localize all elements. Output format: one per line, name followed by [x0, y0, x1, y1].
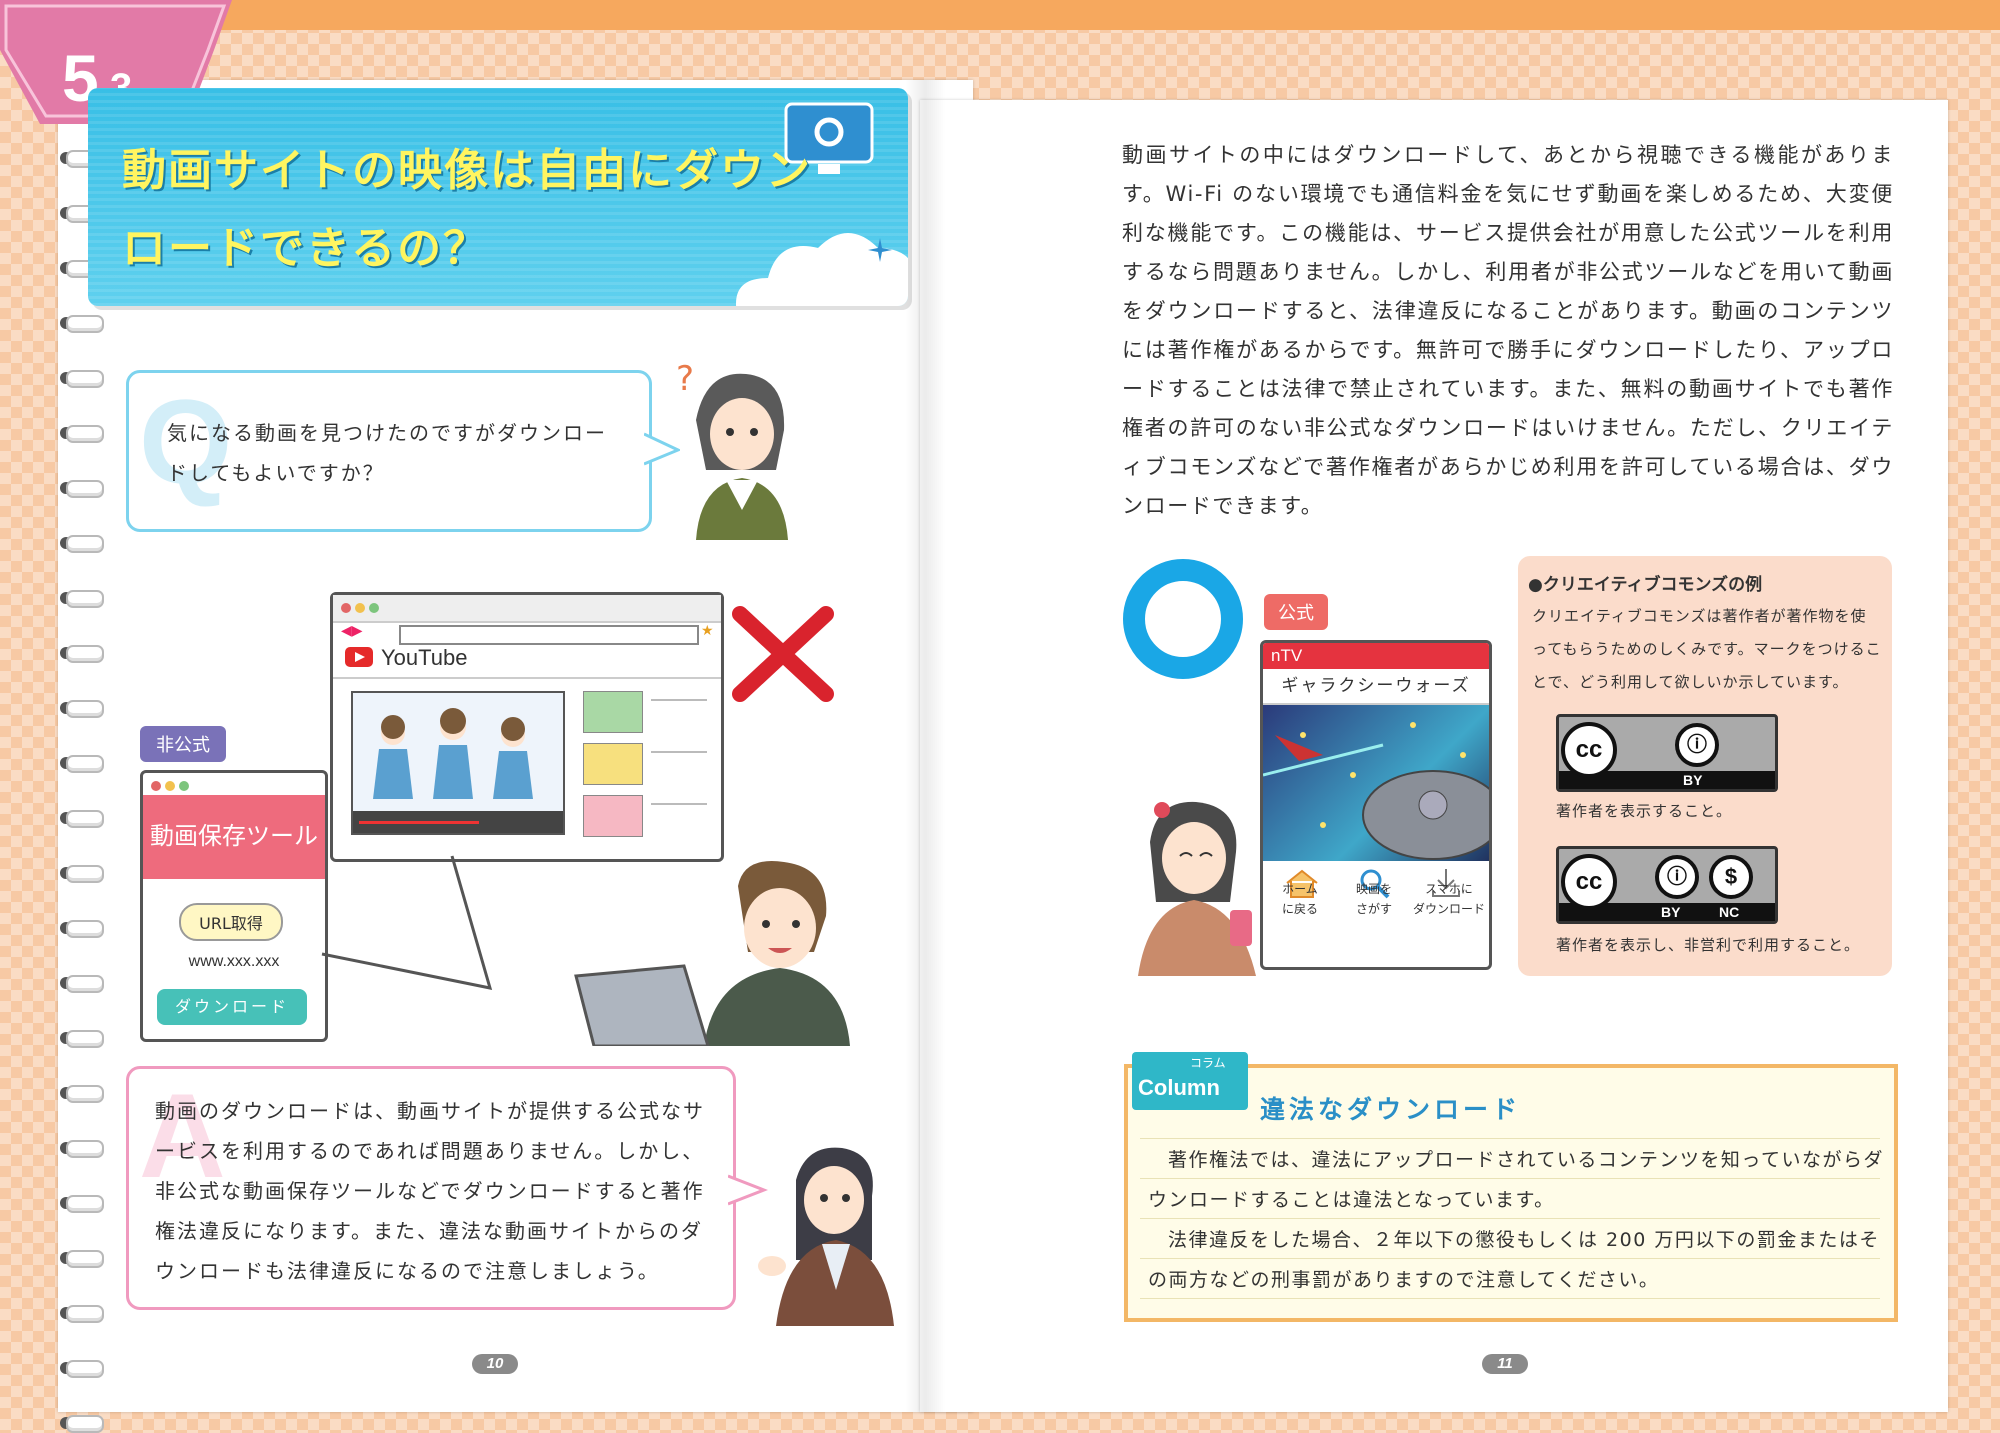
binder-ring	[66, 1415, 104, 1433]
noncommercial-dollar-icon: $	[1709, 855, 1753, 899]
cc-panel-title: ●クリエイティブコモンズの例	[1528, 575, 1763, 595]
cc-logo-icon: cc	[1561, 854, 1617, 910]
binder-ring	[66, 700, 104, 718]
bubble-tail	[644, 432, 680, 466]
question-text: 気になる動画を見つけたのですがダウンロードしてもよいですか？	[167, 421, 607, 485]
column-badge: コラム Column	[1132, 1052, 1248, 1110]
binder-ring	[66, 1030, 104, 1048]
binder-ring	[66, 920, 104, 938]
top-band	[0, 0, 2000, 30]
address-bar[interactable]	[399, 625, 699, 645]
official-tag: 公式	[1264, 594, 1328, 630]
browser-window: ◀▶ ★ YouTube	[330, 592, 724, 862]
binder-ring	[66, 370, 104, 388]
woman-explaining-illustration	[758, 1147, 894, 1326]
unofficial-tag: 非公式	[140, 726, 226, 762]
connector-lines	[321, 855, 493, 990]
answer-text: 動画のダウンロードは、動画サイトが提供する公式なサービスを利用するのであれば問題…	[155, 1099, 705, 1283]
page-number-left: 10	[472, 1354, 518, 1374]
binder-ring	[66, 315, 104, 333]
ok-circle-icon	[1123, 559, 1243, 679]
creative-commons-panel: ●クリエイティブコモンズの例 クリエイティブコモンズは著作者が著作物を使ってもら…	[1518, 556, 1892, 976]
url-get-button[interactable]: URL取得	[179, 903, 283, 941]
binder-ring	[66, 535, 104, 553]
url-text: www.xxx.xxx	[188, 953, 280, 970]
app-name: nTV	[1263, 643, 1489, 669]
page-number-right: 11	[1482, 1354, 1528, 1374]
star-icon[interactable]: ★	[701, 623, 714, 639]
by-label: BY	[1661, 904, 1681, 920]
show-title: ギャラクシーウォーズ	[1263, 669, 1489, 705]
column-title: 違法なダウンロード	[1260, 1095, 1522, 1124]
menu-find-movie[interactable]: 映画を さがす	[1339, 879, 1409, 919]
unofficial-download-tool: 動画保存ツール URL取得 www.xxx.xxx ダウンロード	[140, 770, 328, 1042]
youtube-logo-icon	[345, 647, 373, 667]
video-player[interactable]	[351, 691, 565, 835]
girl-thinking-illustration: ?	[676, 360, 788, 540]
browser-tab-bar	[333, 595, 721, 623]
svg-text:?: ?	[676, 360, 694, 399]
girl-phone-illustration	[1138, 801, 1256, 976]
main-body-text: 動画サイトの中にはダウンロードして、あとから視聴できる機能があります。Wi-Fi…	[1122, 143, 1894, 518]
cc-by-badge: cc ⓘ BY	[1556, 714, 1778, 792]
binder-ring	[66, 590, 104, 608]
site-name: YouTube	[381, 645, 468, 670]
boy-laptop-illustration	[574, 861, 850, 1046]
binder-ring	[66, 1195, 104, 1213]
person-attribution-icon: ⓘ	[1655, 855, 1699, 899]
binder-ring	[66, 1250, 104, 1268]
sparkle-icon	[868, 238, 892, 262]
cc-description: クリエイティブコモンズは著作者が著作物を使ってもらうためのしくみです。マークをつ…	[1532, 607, 1882, 691]
space-battle-illustration	[1263, 722, 1489, 860]
binder-ring	[66, 480, 104, 498]
binder-ring	[66, 810, 104, 828]
person-attribution-icon: ⓘ	[1675, 723, 1719, 767]
column-badge-text: Column	[1138, 1075, 1220, 1100]
binder-ring	[66, 1360, 104, 1378]
show-thumbnail[interactable]	[1263, 705, 1489, 861]
menu-download-to-phone[interactable]: スマホに ダウンロード	[1411, 879, 1487, 919]
menu-home[interactable]: ホーム に戻る	[1265, 879, 1335, 919]
by-label: BY	[1683, 772, 1703, 788]
cc-by-nc-caption: 著作者を表示し、非営利で利用すること。	[1556, 936, 1861, 954]
nc-label: NC	[1719, 904, 1740, 920]
binder-ring	[66, 865, 104, 883]
book-spine	[905, 80, 945, 1412]
cc-by-caption: 著作者を表示すること。	[1556, 802, 1733, 820]
binder-ring	[66, 975, 104, 993]
binder-ring	[66, 425, 104, 443]
cc-by-nc-badge: cc ⓘ $ BY NC	[1556, 846, 1778, 924]
binder-ring	[66, 1085, 104, 1103]
binder-ring	[66, 1140, 104, 1158]
download-button[interactable]: ダウンロード	[157, 989, 307, 1025]
tool-name: 動画保存ツール	[150, 822, 318, 850]
cc-logo-icon: cc	[1561, 722, 1617, 778]
binder-ring	[66, 1305, 104, 1323]
column-paragraph-1: 著作権法では、違法にアップロードされているコンテンツを知っていながらダウンロード…	[1148, 1149, 1884, 1211]
binder-ring	[66, 645, 104, 663]
title-line-1: 動画サイトの映像は自由にダウン	[122, 145, 812, 196]
column-paragraph-2: 法律違反をした場合、２年以下の懲役もしくは 200 万円以下の罰金またはその両方…	[1148, 1229, 1880, 1291]
dancers-illustration	[353, 693, 563, 833]
answer-bubble: A 動画のダウンロードは、動画サイトが提供する公式なサービスを利用するのであれば…	[126, 1066, 736, 1310]
official-app-screen: nTV ギャラクシーウォーズ ホーム に戻る 映画を さがす スマホに ダウンロード	[1260, 640, 1492, 970]
question-bubble: Q 気になる動画を見つけたのですがダウンロードしてもよいですか？	[126, 370, 652, 532]
title-line-2: ロードできるの？	[122, 223, 490, 274]
prohibited-x-icon	[732, 606, 834, 702]
binder-ring	[66, 755, 104, 773]
nav-arrows-icon[interactable]: ◀▶	[341, 623, 363, 639]
